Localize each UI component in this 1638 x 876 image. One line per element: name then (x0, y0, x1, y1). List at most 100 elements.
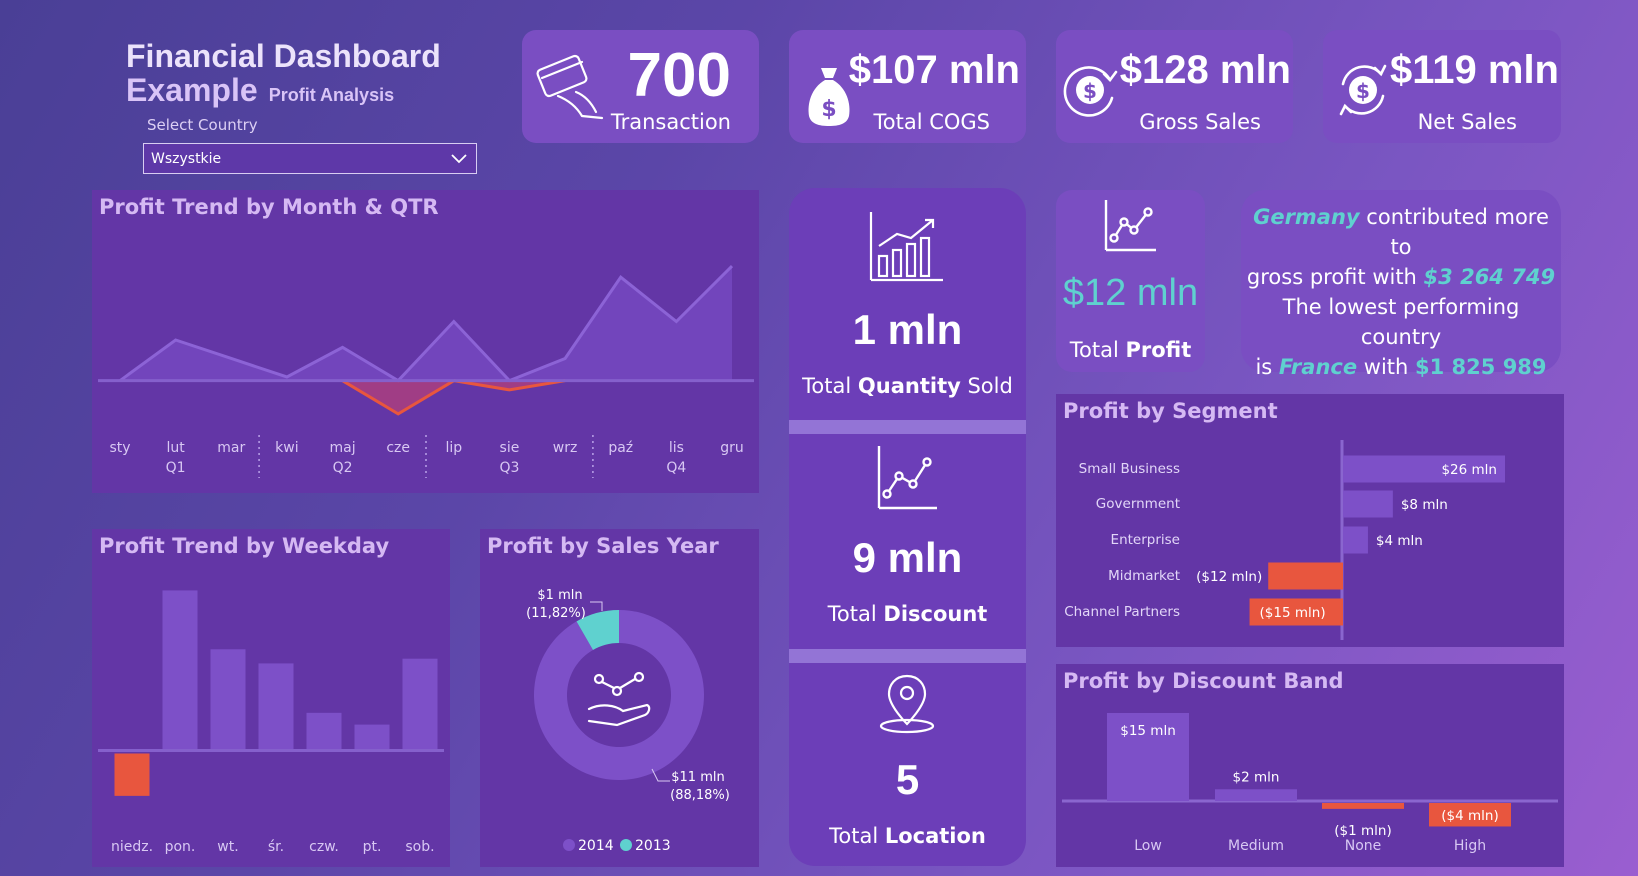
dashboard-title: Financial Dashboard (126, 40, 441, 72)
dollar-cycle-icon: $ (1063, 66, 1118, 117)
panel-segment: Profit by Segment Small Business $26 mln G… (1056, 394, 1564, 647)
band-value-1: $2 mln (1233, 769, 1280, 785)
month-label-4: maj (329, 440, 355, 456)
legend-marker-2013 (620, 839, 632, 851)
month-label-1: lut (167, 440, 186, 456)
legend-2014: 2014 (578, 838, 614, 854)
segment-bar-2 (1343, 526, 1368, 554)
bar-pt. (354, 724, 390, 751)
location-pin-icon (879, 674, 935, 734)
dashboard-title-2: Example Profit Analysis (126, 72, 394, 109)
band-bar-None (1322, 803, 1404, 809)
best-country: Germany (1253, 205, 1360, 229)
segment-bar-3 (1268, 562, 1343, 590)
total-discount-label: Total Discount (789, 602, 1026, 626)
kpi-transaction: 700 Transaction (522, 30, 759, 143)
kpi-transaction-value: 700 (627, 41, 731, 110)
insight-line-3: The lowest performing country (1282, 295, 1520, 349)
segment-value-4: ($15 mln) (1260, 605, 1326, 621)
svg-text:$: $ (1083, 79, 1097, 103)
quarter-label-Q2: Q2 (333, 460, 353, 476)
insight-text: Germany contributed more to gross profit… (1241, 202, 1561, 382)
label-2014-percent: (88,18%) (670, 788, 730, 803)
country-select-value: Wszystkie (151, 151, 222, 167)
segment-label-4: Channel Partners (1064, 604, 1180, 620)
total-quantity-label: Total Quantity Sold (789, 374, 1026, 398)
dollar-refresh-icon: $ (1339, 64, 1387, 116)
kpi-cogs-value: $107 mln (848, 48, 1020, 92)
total-discount-prefix: Total (827, 602, 884, 626)
segment-label-1: Government (1096, 496, 1180, 512)
kpi-net-sales-label: Net Sales (1417, 110, 1517, 134)
month-label-0: sty (109, 440, 130, 456)
segment-value-3: ($12 mln) (1196, 569, 1262, 585)
segment-chart: Small Business $26 mln Government $8 mln Ent… (1064, 440, 1505, 640)
weekday-label-0: niedz. (111, 839, 153, 855)
kpi-cogs: $ $107 mln Total COGS (789, 30, 1026, 143)
hand-network-icon (587, 671, 651, 727)
insight-text-5: with (1357, 355, 1416, 379)
band-value-0: $15 mln (1120, 723, 1176, 739)
chevron-down-icon (451, 154, 467, 164)
sales-year-chart: $1 mln (11,82%) $11 mln (88,18%) 2014 2013 (526, 588, 730, 854)
kpi-gross-sales: $ $128 mln Gross Sales (1056, 30, 1293, 143)
weekday-label-3: śr. (268, 839, 284, 855)
bar-sob. (402, 658, 438, 751)
month-label-2: mar (217, 440, 245, 456)
panel-sales-year: Profit by Sales Year $1 mln (11,82%) $11 m… (480, 529, 759, 867)
label-2014-value: $11 mln (671, 770, 724, 785)
quarter-label-Q1: Q1 (166, 460, 186, 476)
total-quantity-prefix: Total (802, 374, 858, 398)
total-profit-value: $12 mln (1062, 272, 1199, 314)
total-quantity-bold: Quantity (857, 374, 961, 398)
band-label-3: High (1454, 838, 1486, 854)
kpi-net-sales-value: $119 mln (1389, 48, 1559, 92)
bar-czw. (306, 712, 342, 751)
segment-bar-1 (1343, 490, 1393, 518)
insight-text-2: gross profit with (1246, 265, 1424, 289)
total-profit-card: $12 mln Total Profit (1056, 190, 1205, 372)
worst-value: $1 825 989 (1415, 355, 1547, 379)
insight-text-4: is (1255, 355, 1279, 379)
month-label-6: lip (445, 440, 462, 456)
segment-value-0: $26 mln (1441, 462, 1497, 478)
label-2013-percent: (11,82%) (526, 606, 586, 621)
bar-śr. (258, 663, 294, 751)
discount-band-chart: $15 mln Low $2 mln Medium ($1 mln)None ($4 ml… (1062, 713, 1558, 854)
trend-line-icon (1104, 200, 1156, 252)
legend-2013: 2013 (635, 838, 671, 854)
area-negative-cze (342, 380, 454, 414)
weekday-label-4: czw. (309, 839, 339, 855)
bar-wt. (210, 649, 246, 751)
kpi-cogs-label: Total COGS (873, 110, 990, 134)
total-quantity-value: 1 mln (852, 306, 963, 353)
band-bar-Medium (1215, 789, 1297, 801)
weekday-label-6: sob. (405, 839, 434, 855)
best-value: $3 264 749 (1423, 265, 1556, 289)
subtitle: Profit Analysis (268, 85, 395, 105)
kpi-gross-sales-label: Gross Sales (1139, 110, 1261, 134)
country-select[interactable]: Wszystkie (143, 143, 477, 174)
total-location-value: 5 (895, 756, 920, 803)
segment-label-2: Enterprise (1111, 532, 1180, 548)
total-discount-value: 9 mln (852, 534, 963, 581)
quarter-label-Q4: Q4 (666, 460, 686, 476)
weekday-label-2: wt. (217, 839, 238, 855)
panel-trend-weekday: Profit Trend by Weekday niedz. pon. wt. śr.… (92, 529, 450, 867)
country-select-label: Select Country (147, 116, 258, 134)
panel-discount-band: Profit by Discount Band $15 mln Low $2 mln… (1056, 664, 1564, 867)
worst-country: France (1278, 355, 1358, 379)
bar-pon. (162, 590, 198, 751)
insight-line-4: is France with $1 825 989 (1241, 352, 1561, 382)
bar-chart-growth-icon (869, 212, 943, 282)
kpi-transaction-label: Transaction (610, 110, 731, 134)
weekday-label-1: pon. (165, 839, 196, 855)
total-location-prefix: Total (829, 824, 885, 848)
total-location-label: Total Location (789, 824, 1026, 848)
line-chart-icon (877, 446, 937, 510)
month-label-5: cze (386, 440, 410, 456)
band-label-2: None (1345, 838, 1382, 854)
bar-niedz. (114, 753, 150, 796)
segment-value-1: $8 mln (1401, 497, 1448, 513)
band-label-0: Low (1134, 838, 1162, 854)
